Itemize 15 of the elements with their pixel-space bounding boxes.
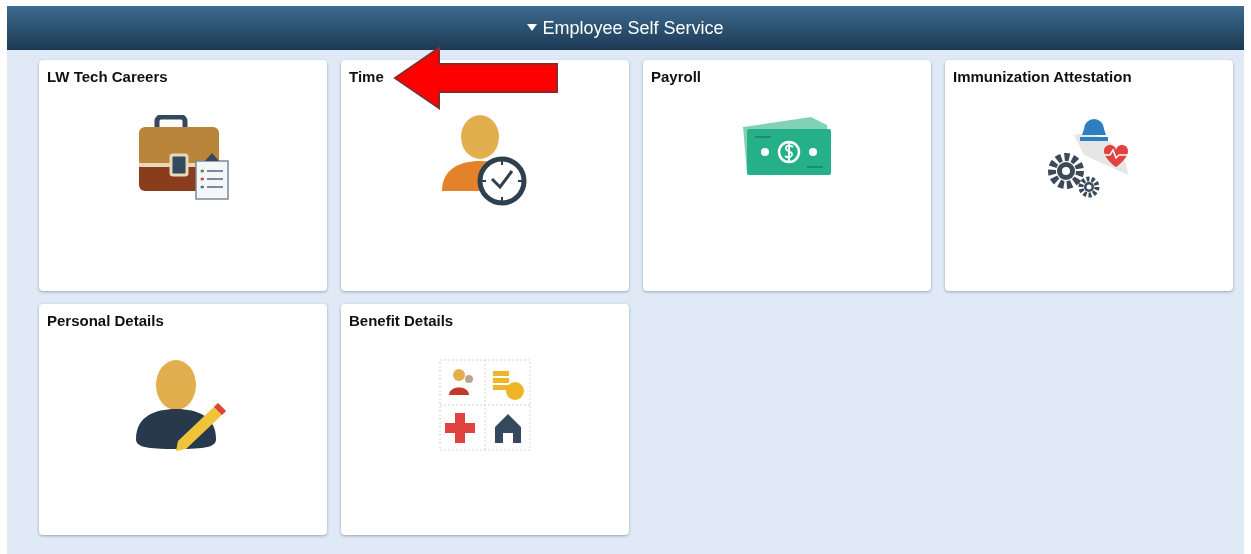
tile[interactable]: Benefit Details	[341, 304, 629, 535]
tile-title: Benefit Details	[349, 312, 454, 329]
tile-title: LW Tech Careers	[47, 68, 168, 85]
tile[interactable]: Immunization Attestation	[945, 60, 1233, 291]
tile-title: Immunization Attestation	[953, 68, 1132, 85]
tile[interactable]: Payroll	[643, 60, 931, 291]
tile-title: Time	[349, 68, 384, 85]
tile-title: Personal Details	[47, 312, 164, 329]
section-header[interactable]: Employee Self Service	[7, 6, 1244, 50]
tile[interactable]: Time	[341, 60, 629, 291]
tile[interactable]: LW Tech Careers	[39, 60, 327, 291]
section-title: Employee Self Service	[542, 17, 724, 39]
tile-title: Payroll	[651, 68, 702, 85]
benefits-grid-icon	[439, 359, 531, 451]
tile[interactable]: Personal Details	[39, 304, 327, 535]
